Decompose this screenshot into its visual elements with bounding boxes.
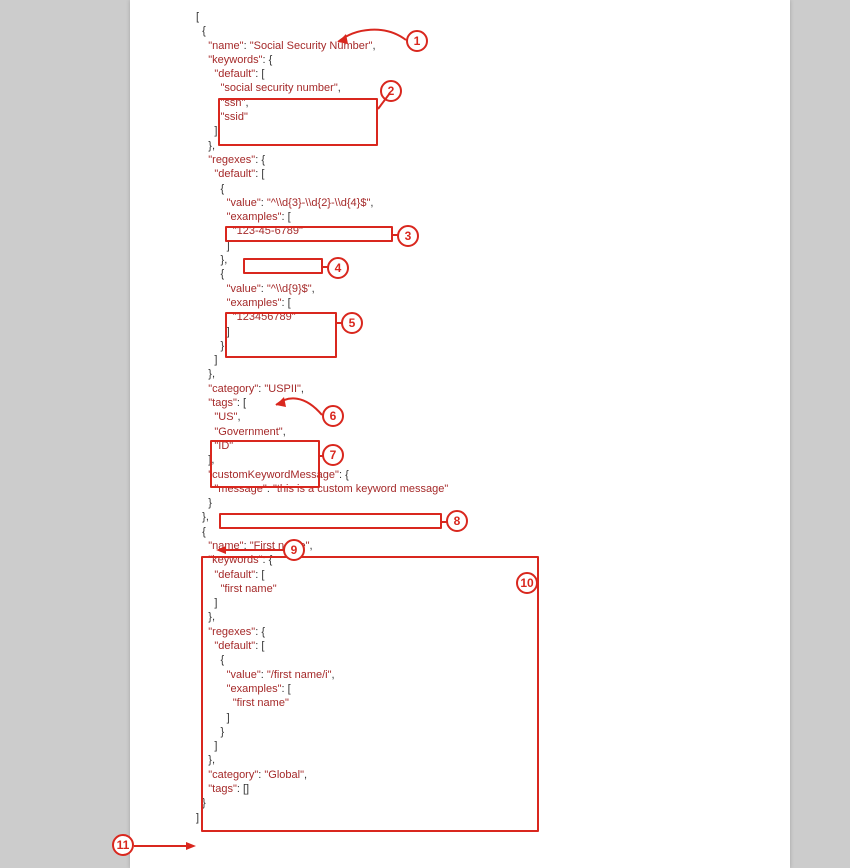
callout-10: 10 xyxy=(516,572,538,594)
highlight-box-4 xyxy=(243,258,323,274)
callout-4: 4 xyxy=(327,257,349,279)
callout-9: 9 xyxy=(283,539,305,561)
callout-1: 1 xyxy=(406,30,428,52)
highlight-box-2 xyxy=(218,98,378,146)
highlight-box-5 xyxy=(225,312,337,358)
highlight-box-8 xyxy=(219,513,442,529)
callout-5: 5 xyxy=(341,312,363,334)
highlight-box-3 xyxy=(225,226,393,242)
callout-7: 7 xyxy=(322,444,344,466)
callout-8: 8 xyxy=(446,510,468,532)
callout-3: 3 xyxy=(397,225,419,247)
callout-2: 2 xyxy=(380,80,402,102)
callout-11: 11 xyxy=(112,834,134,856)
highlight-box-10 xyxy=(201,556,539,832)
highlight-box-7 xyxy=(210,440,320,488)
callout-6: 6 xyxy=(322,405,344,427)
